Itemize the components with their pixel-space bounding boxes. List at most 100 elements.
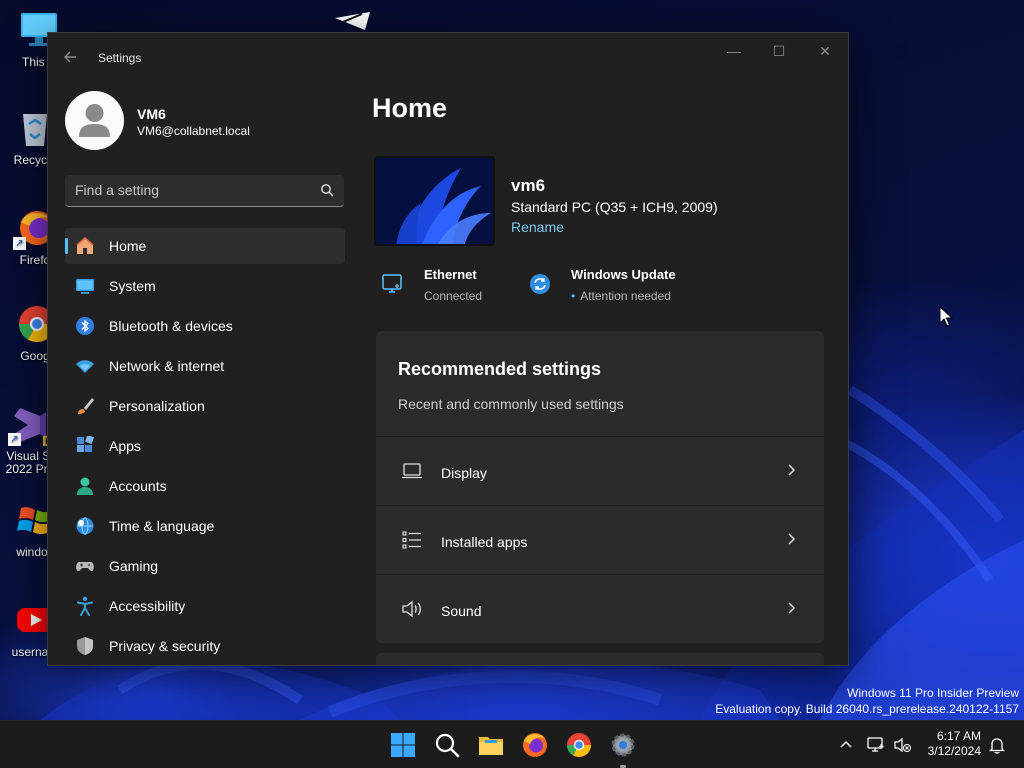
sidebar-item-label: Network & internet (109, 358, 225, 374)
gamepad-icon (75, 556, 95, 576)
settings-icon[interactable] (608, 730, 638, 760)
accessibility-icon (75, 596, 95, 616)
minimize-button[interactable]: — (719, 41, 749, 61)
search-icon[interactable] (320, 183, 334, 197)
clock-date: 3/12/2024 (927, 744, 981, 758)
sidebar-item-home[interactable]: Home (65, 228, 345, 264)
card-title: Recommended settings (398, 359, 602, 379)
apps-icon (75, 435, 95, 456)
avatar[interactable] (65, 91, 124, 150)
system-clock[interactable]: 6:17 AM 3/12/2024 (928, 729, 981, 759)
sidebar-item-label: Privacy & security (109, 638, 221, 654)
sidebar-item-label: Accounts (109, 478, 167, 494)
globe-clock-icon (75, 516, 95, 536)
sidebar-item-label: Personalization (109, 398, 205, 414)
card-subtitle: Recent and commonly used settings (398, 396, 624, 412)
sidebar-item-apps[interactable]: Apps (65, 428, 345, 464)
back-arrow-icon[interactable] (62, 49, 82, 67)
status-title: Ethernet (424, 267, 477, 282)
status-subtitle: Connected (424, 289, 483, 303)
status-subtitle: Attention needed (580, 289, 671, 303)
recommended-item-label: Installed apps (441, 534, 528, 550)
firefox-icon[interactable] (520, 730, 550, 760)
recommended-item-display[interactable]: Display (376, 436, 824, 504)
system-icon (75, 276, 95, 296)
shield-icon (75, 636, 95, 656)
search-icon[interactable] (432, 730, 462, 760)
sidebar-item-system[interactable]: System (65, 268, 345, 304)
recommended-item-sound[interactable]: Sound (376, 574, 824, 642)
settings-window[interactable]: Settings — ☐ ✕ VM6 VM6@collabnet.local H… (47, 32, 849, 666)
bluetooth-icon (75, 316, 95, 336)
maximize-button[interactable]: ☐ (764, 41, 794, 61)
status-title: Windows Update (571, 267, 676, 282)
sidebar-item-label: Time & language (109, 518, 215, 534)
home-icon (75, 236, 95, 256)
page-title: Home (372, 93, 448, 123)
sidebar-item-label: System (109, 278, 156, 294)
attention-dot-icon: • (571, 289, 576, 303)
chevron-right-icon (786, 461, 798, 479)
watermark-line: Windows 11 Pro Insider Preview (847, 686, 1019, 700)
windows-start-icon[interactable] (388, 730, 418, 760)
rename-link[interactable]: Rename (511, 219, 564, 235)
taskbar: 6:17 AM 3/12/2024 (0, 720, 1024, 768)
sidebar-item-network-internet[interactable]: Network & internet (65, 348, 345, 384)
clock-time: 6:17 AM (936, 729, 981, 743)
recommended-item-label: Sound (441, 603, 482, 619)
recommended-item-label: Display (441, 465, 487, 481)
search-input[interactable] (65, 175, 305, 205)
show-hidden-icons-chevron-icon[interactable] (836, 735, 856, 755)
chevron-right-icon (786, 530, 798, 548)
sidebar-item-accounts[interactable]: Accounts (65, 468, 345, 504)
close-button[interactable]: ✕ (810, 41, 840, 61)
volume-muted-icon[interactable] (892, 735, 912, 755)
ethernet-status-tile[interactable]: Ethernet Connected (381, 266, 511, 306)
sidebar-item-time-language[interactable]: Time & language (65, 508, 345, 544)
shortcut-arrow-icon: ↗ (13, 237, 26, 250)
pc-model: Standard PC (Q35 + ICH9, 2009) (511, 199, 718, 215)
user-avatar-icon (79, 104, 110, 137)
sidebar-item-label: Apps (109, 438, 141, 454)
sidebar-item-bluetooth-devices[interactable]: Bluetooth & devices (65, 308, 345, 344)
brush-icon (75, 396, 95, 416)
wifi-icon (75, 356, 95, 376)
next-card-peek (376, 653, 824, 665)
window-title: Settings (98, 51, 142, 65)
speaker-icon (401, 599, 423, 619)
sidebar-item-privacy-security[interactable]: Privacy & security (65, 628, 345, 664)
sidebar-item-label: Home (109, 238, 147, 254)
network-ethernet-icon[interactable] (866, 735, 886, 755)
file-explorer-icon[interactable] (476, 730, 506, 760)
windows-update-status-tile[interactable]: Windows Update • Attention needed (528, 266, 698, 306)
sidebar-item-personalization[interactable]: Personalization (65, 388, 345, 424)
profile-name: VM6 (137, 106, 166, 122)
sidebar-item-label: Accessibility (109, 598, 186, 614)
shortcut-arrow-icon: ↗ (8, 433, 21, 446)
sidebar-item-gaming[interactable]: Gaming (65, 548, 345, 584)
chrome-icon[interactable] (564, 730, 594, 760)
sidebar-item-label: Gaming (109, 558, 159, 574)
sidebar-nav: Home System Bluetooth & devices Network … (65, 228, 345, 665)
recommended-item-installed-apps[interactable]: Installed apps (376, 505, 824, 573)
visual-studio-icon: ↗ PR (8, 404, 60, 446)
pc-wallpaper-thumbnail (374, 156, 495, 246)
display-icon (401, 461, 423, 481)
account-icon (75, 476, 95, 496)
recommended-settings-card: Recommended settings Recent and commonly… (376, 331, 824, 643)
list-icon (401, 530, 423, 550)
watermark-line: Evaluation copy. Build 26040.rs_prerelea… (715, 702, 1019, 716)
sidebar-item-label: Bluetooth & devices (109, 318, 233, 334)
notification-bell-icon[interactable] (987, 735, 1007, 755)
windows-update-icon (528, 272, 552, 296)
chevron-right-icon (786, 599, 798, 617)
search-box[interactable] (65, 175, 344, 207)
status-subtitle-row: • Attention needed (571, 289, 671, 303)
ethernet-icon (381, 272, 405, 296)
sidebar-item-accessibility[interactable]: Accessibility (65, 588, 345, 624)
title-bar[interactable]: Settings — ☐ ✕ (48, 33, 848, 81)
mouse-pointer-icon (939, 305, 954, 328)
profile-email: VM6@collabnet.local (137, 124, 250, 138)
pc-name: vm6 (511, 176, 546, 195)
evaluation-watermark: Windows 11 Pro Insider Preview Evaluatio… (715, 685, 1019, 717)
